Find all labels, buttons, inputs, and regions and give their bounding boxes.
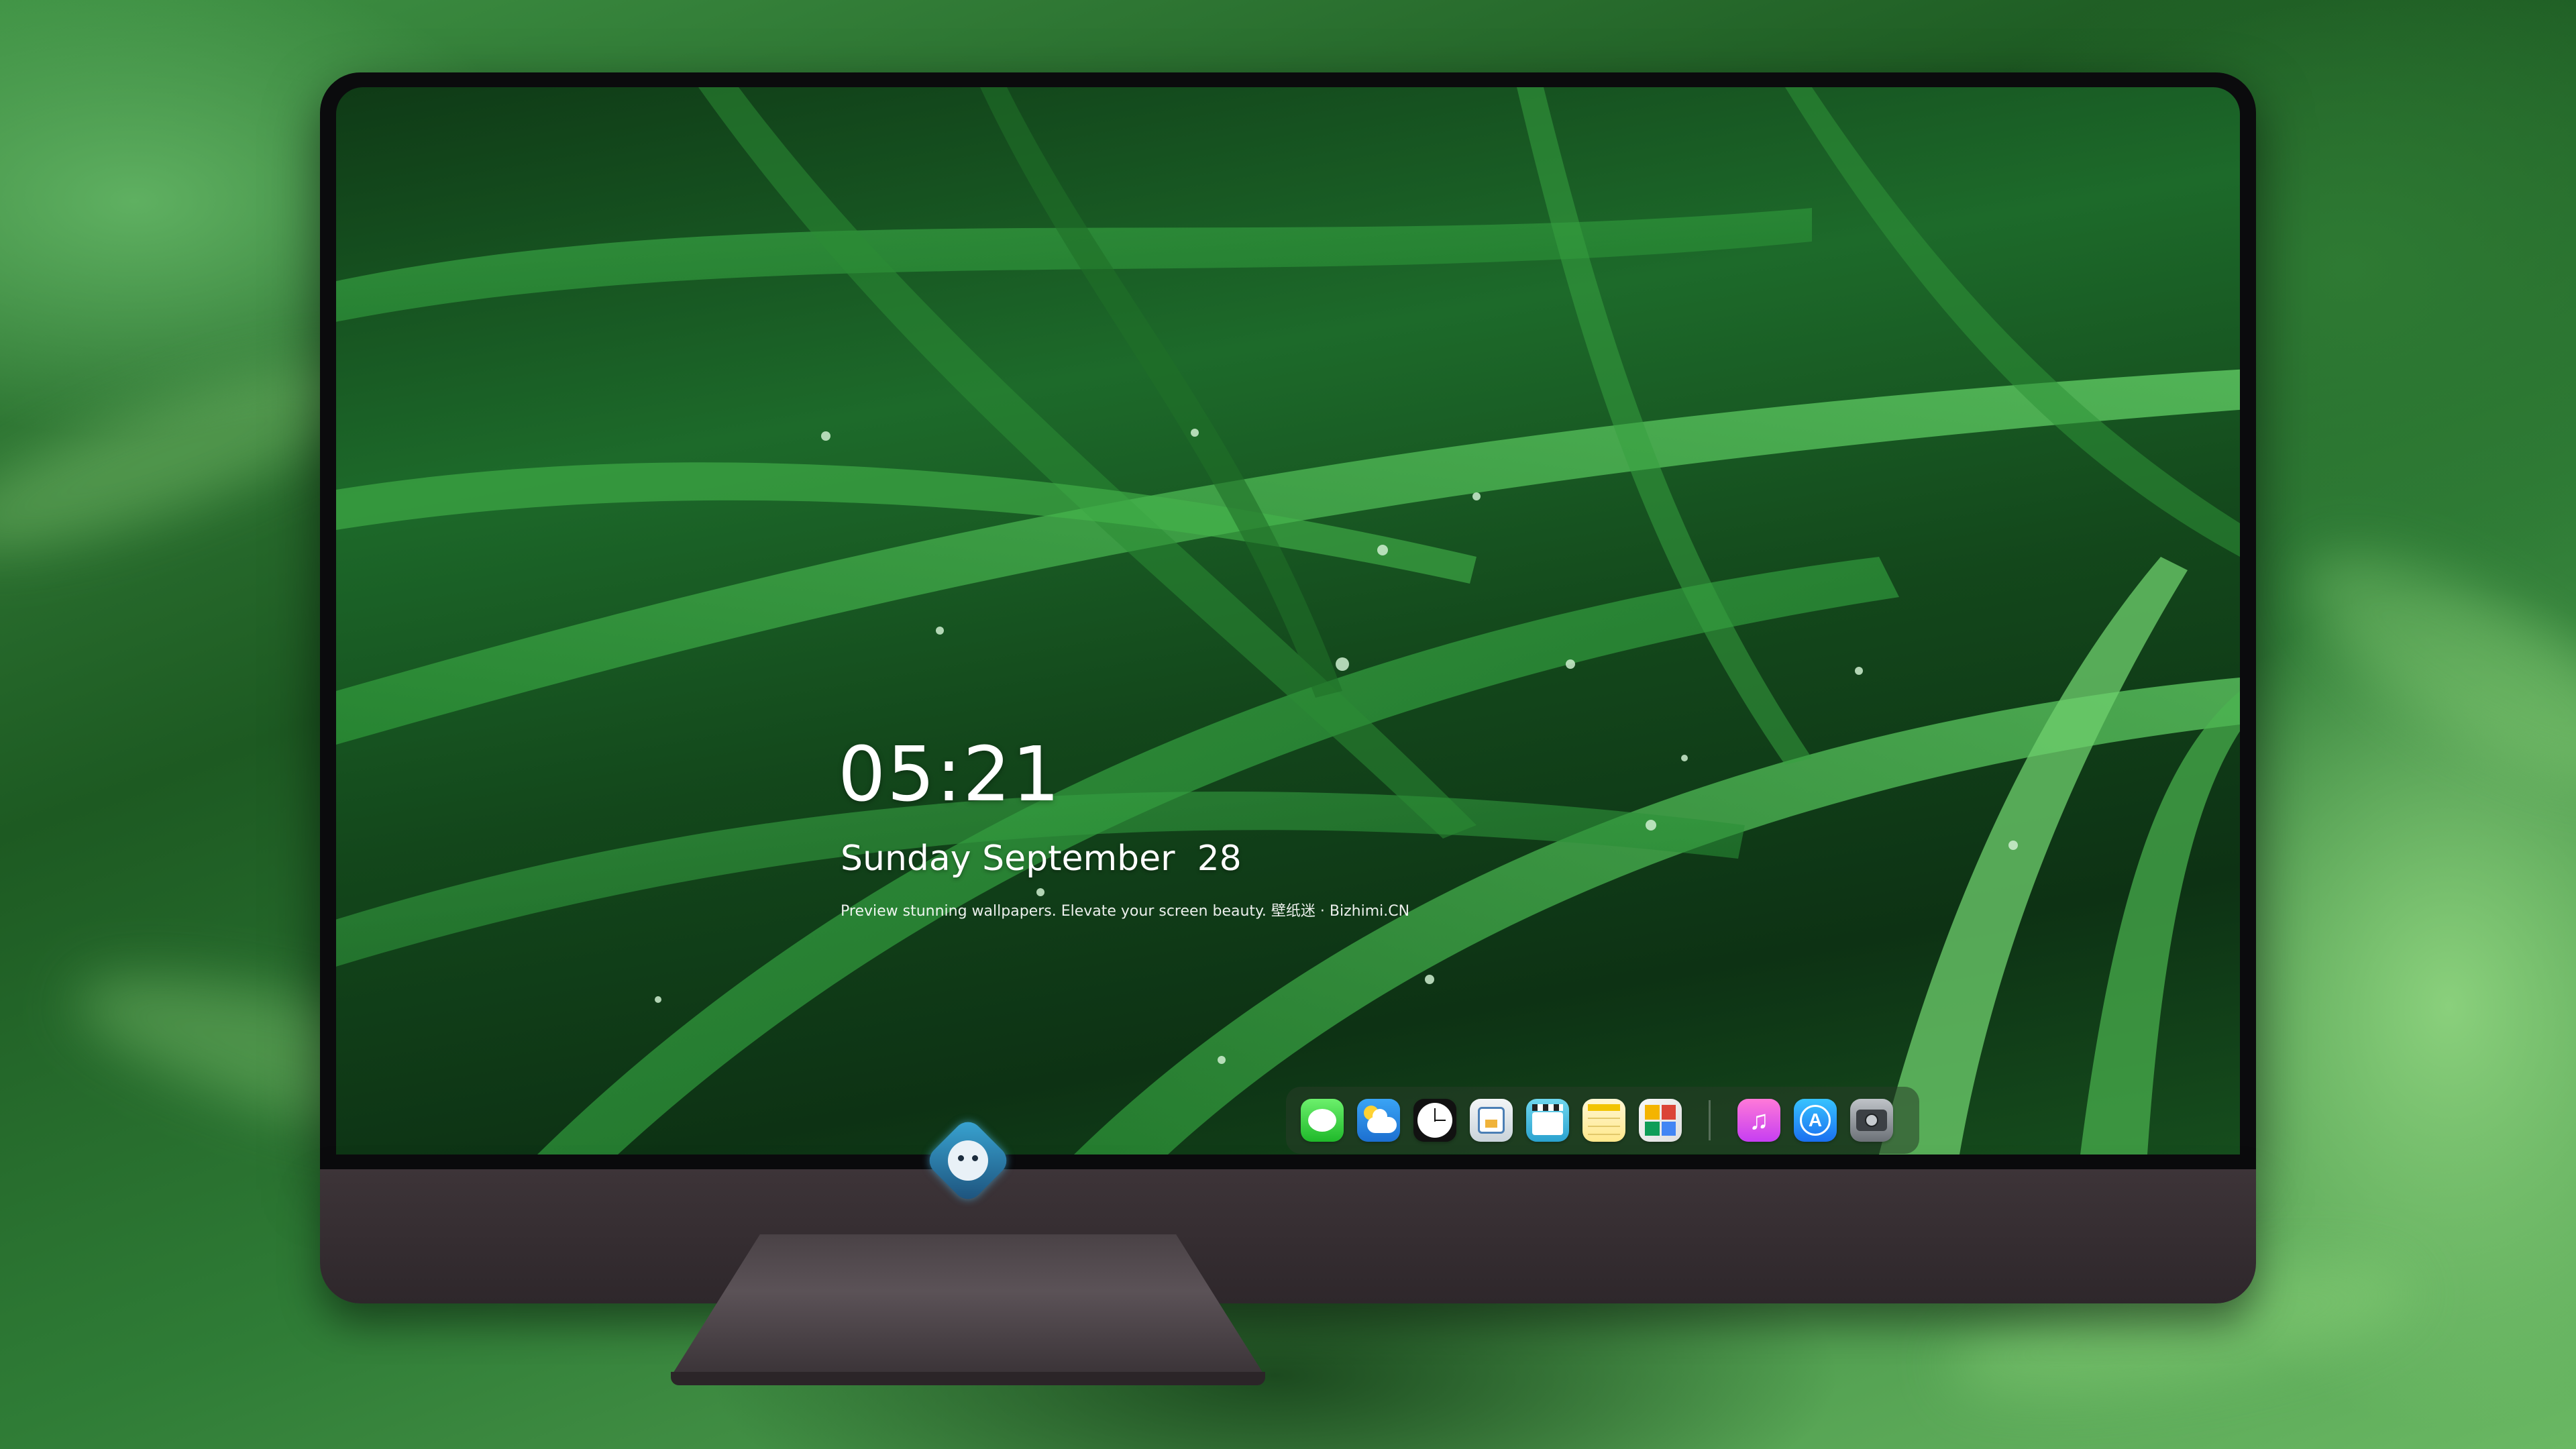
monitor-chin <box>320 1169 2256 1303</box>
monitor-stand <box>671 1234 1265 1377</box>
dock-separator <box>1709 1100 1711 1140</box>
monitor-stand-foot <box>671 1372 1265 1385</box>
clock-icon[interactable] <box>1413 1099 1456 1142</box>
desktop-screen: 05:21 Sunday September 28 Preview stunni… <box>336 87 2240 1155</box>
camera-icon[interactable] <box>1850 1099 1893 1142</box>
app-store-icon[interactable]: A <box>1794 1099 1837 1142</box>
music-icon[interactable]: ♫ <box>1737 1099 1780 1142</box>
imac-monitor: 05:21 Sunday September 28 Preview stunni… <box>320 72 2256 1308</box>
lock-screen-tagline: Preview stunning wallpapers. Elevate you… <box>841 903 1410 920</box>
grass-wallpaper <box>336 87 2240 1155</box>
lock-screen-date: Sunday September 28 <box>841 839 1242 879</box>
brand-logo-face-icon <box>948 1140 988 1181</box>
notes-icon[interactable] <box>1582 1099 1625 1142</box>
lock-screen-time: 05:21 <box>838 731 1061 818</box>
clapperboard-icon[interactable] <box>1526 1099 1569 1142</box>
dock: ♫ A <box>1286 1087 1919 1154</box>
weather-icon[interactable] <box>1357 1099 1400 1142</box>
photos-icon[interactable] <box>1639 1099 1682 1142</box>
preview-icon[interactable] <box>1470 1099 1513 1142</box>
messages-icon[interactable] <box>1301 1099 1344 1142</box>
